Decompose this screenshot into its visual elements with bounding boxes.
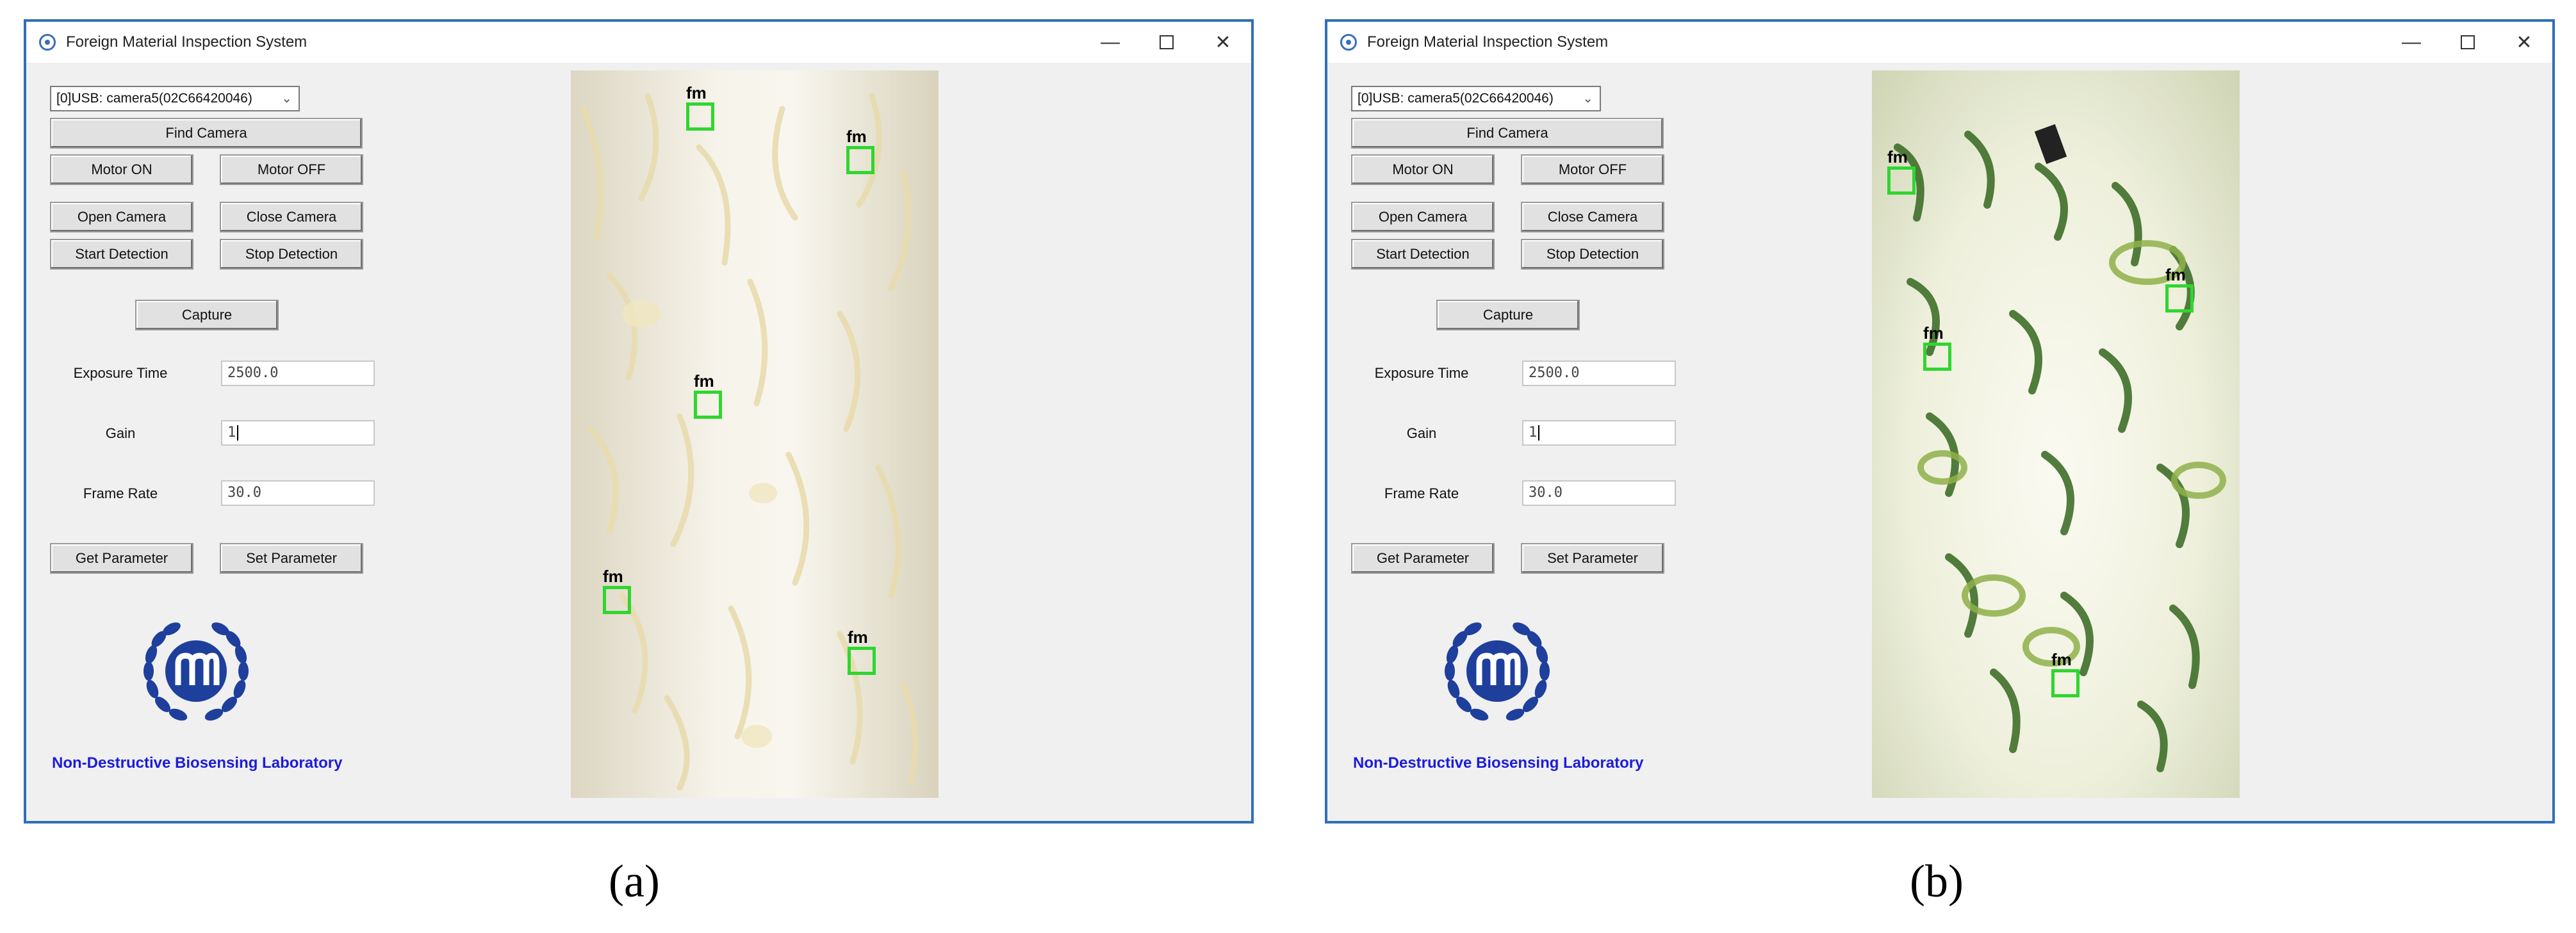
figure-caption: (b) — [1910, 856, 1964, 907]
gain-label: Gain — [105, 425, 136, 441]
set-parameter-button[interactable]: Set Parameter — [220, 543, 363, 574]
detection-box — [1923, 343, 1951, 371]
maximize-icon — [2461, 35, 2475, 49]
frame-rate-label: Frame Rate — [83, 485, 158, 501]
lab-name: Non-Destructive Biosensing Laboratory — [1353, 754, 1644, 772]
text-cursor — [237, 425, 239, 441]
start-detection-button[interactable]: Start Detection — [1351, 239, 1495, 270]
title-bar[interactable]: Foreign Material Inspection System — ✕ — [26, 22, 1251, 63]
get-parameter-button[interactable]: Get Parameter — [1351, 543, 1495, 574]
gain-input[interactable]: 1 — [221, 420, 375, 446]
maximize-icon — [1160, 35, 1174, 49]
minimize-button[interactable]: — — [2383, 22, 2440, 63]
detection-label: fm — [846, 127, 867, 146]
window-title: Foreign Material Inspection System — [1367, 33, 1609, 51]
window-controls: — ✕ — [2383, 22, 2552, 63]
frame-rate-input[interactable]: 30.0 — [1522, 480, 1676, 506]
detection-box — [686, 102, 714, 131]
set-parameter-button[interactable]: Set Parameter — [1521, 543, 1664, 574]
window-title: Foreign Material Inspection System — [66, 33, 308, 51]
detection-label: fm — [694, 371, 714, 391]
detection-label: fm — [1887, 147, 1908, 166]
chevron-down-icon[interactable]: ⌄ — [1582, 87, 1593, 110]
detection-label: fm — [2165, 265, 2186, 284]
title-bar[interactable]: Foreign Material Inspection System — ✕ — [1327, 22, 2552, 63]
minimize-icon: — — [2402, 31, 2421, 53]
laurel-logo-icon — [144, 622, 249, 721]
open-camera-button[interactable]: Open Camera — [1351, 202, 1495, 232]
sample-image — [580, 93, 919, 791]
detection-box — [2165, 284, 2194, 312]
lab-name: Non-Destructive Biosensing Laboratory — [52, 754, 343, 772]
gain-input[interactable]: 1 — [1522, 420, 1676, 446]
camera-select-value: [0]USB: camera5(02C66420046) — [1358, 91, 1554, 106]
close-camera-button[interactable]: Close Camera — [1521, 202, 1664, 232]
detection-label: fm — [2051, 650, 2072, 669]
app-window: Foreign Material Inspection System — ✕ [… — [24, 19, 1254, 823]
exposure-time-label: Exposure Time — [1374, 365, 1469, 381]
detection-box — [846, 146, 874, 174]
maximize-button[interactable] — [2440, 22, 2496, 63]
frame-rate-input[interactable]: 30.0 — [221, 480, 375, 506]
gain-value: 1 — [227, 425, 236, 441]
motor-on-button[interactable]: Motor ON — [1351, 154, 1495, 185]
camera-view[interactable]: fm fm fm fm fm — [571, 70, 939, 798]
start-detection-button[interactable]: Start Detection — [50, 239, 193, 270]
detection-label: fm — [1923, 323, 1944, 343]
camera-view[interactable]: fm fm fm fm — [1872, 70, 2240, 798]
minimize-button[interactable]: — — [1082, 22, 1138, 63]
get-parameter-button[interactable]: Get Parameter — [50, 543, 193, 574]
window-controls: — ✕ — [1082, 22, 1251, 63]
find-camera-button[interactable]: Find Camera — [1351, 118, 1664, 149]
laurel-logo-icon — [1445, 622, 1550, 721]
figure-caption: (a) — [609, 856, 660, 907]
close-button[interactable]: ✕ — [1195, 22, 1251, 63]
motor-on-button[interactable]: Motor ON — [50, 154, 193, 185]
detection-box — [1887, 166, 1916, 195]
capture-button[interactable]: Capture — [135, 300, 279, 330]
stop-detection-button[interactable]: Stop Detection — [220, 239, 363, 270]
close-button[interactable]: ✕ — [2496, 22, 2552, 63]
gain-label: Gain — [1406, 425, 1437, 441]
detection-box — [848, 647, 876, 675]
camera-select-value: [0]USB: camera5(02C66420046) — [56, 91, 252, 106]
gain-value: 1 — [1529, 425, 1538, 441]
camera-select[interactable]: [0]USB: camera5(02C66420046) ⌄ — [1351, 86, 1601, 111]
window-client-area: [0]USB: camera5(02C66420046) ⌄ Find Came… — [26, 63, 1251, 821]
minimize-icon: — — [1101, 31, 1120, 53]
find-camera-button[interactable]: Find Camera — [50, 118, 363, 149]
detection-label: fm — [603, 567, 623, 586]
detection-box — [603, 586, 631, 614]
detection-box — [694, 391, 722, 419]
frame-rate-label: Frame Rate — [1384, 485, 1459, 501]
motor-off-button[interactable]: Motor OFF — [220, 154, 363, 185]
panel-b: Foreign Material Inspection System — ✕ [… — [1301, 0, 2576, 933]
open-camera-button[interactable]: Open Camera — [50, 202, 193, 232]
stop-detection-button[interactable]: Stop Detection — [1521, 239, 1664, 270]
app-icon — [1340, 34, 1357, 51]
detection-box — [2051, 669, 2080, 697]
app-window: Foreign Material Inspection System — ✕ [… — [1325, 19, 2555, 823]
panel-a: Foreign Material Inspection System — ✕ [… — [0, 0, 1275, 933]
exposure-time-input[interactable]: 2500.0 — [1522, 361, 1676, 386]
maximize-button[interactable] — [1138, 22, 1195, 63]
app-icon — [39, 34, 56, 51]
capture-button[interactable]: Capture — [1436, 300, 1580, 330]
close-camera-button[interactable]: Close Camera — [220, 202, 363, 232]
camera-select[interactable]: [0]USB: camera5(02C66420046) ⌄ — [50, 86, 300, 111]
close-icon: ✕ — [1215, 31, 1231, 53]
motor-off-button[interactable]: Motor OFF — [1521, 154, 1664, 185]
exposure-time-label: Exposure Time — [73, 365, 168, 381]
exposure-time-input[interactable]: 2500.0 — [221, 361, 375, 386]
detection-label: fm — [848, 628, 868, 647]
text-cursor — [1538, 425, 1540, 441]
close-icon: ✕ — [2516, 31, 2532, 53]
window-client-area: [0]USB: camera5(02C66420046) ⌄ Find Came… — [1327, 63, 2552, 821]
chevron-down-icon[interactable]: ⌄ — [281, 87, 292, 110]
detection-label: fm — [686, 83, 707, 102]
